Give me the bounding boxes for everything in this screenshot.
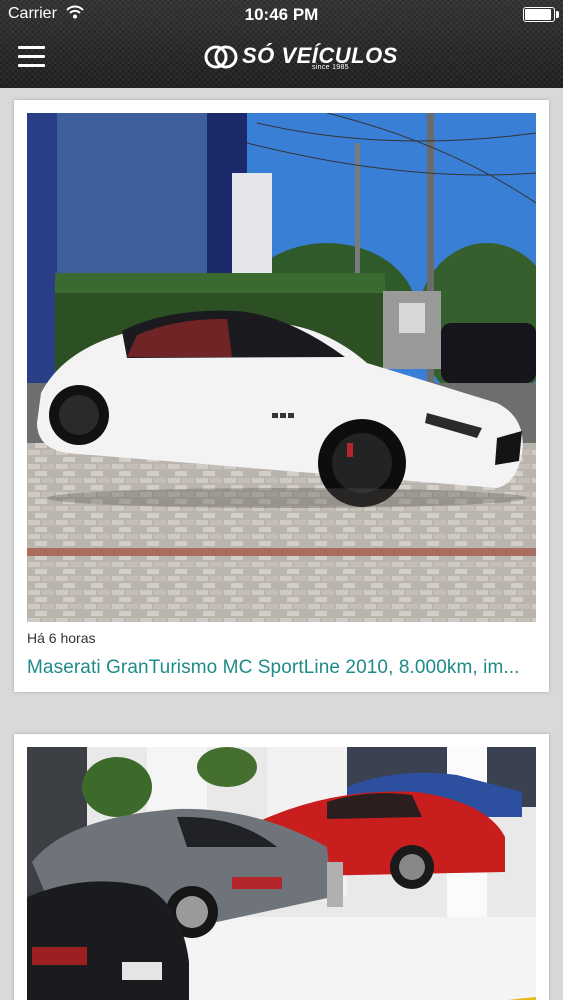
battery-level xyxy=(525,9,551,20)
menu-button[interactable] xyxy=(12,40,52,74)
menu-icon-bar xyxy=(18,46,45,49)
post-time: Há 6 horas xyxy=(27,630,96,646)
battery-icon xyxy=(523,7,559,22)
feed-card[interactable]: Há 6 horas Maserati GranTurismo MC Sport… xyxy=(14,100,549,692)
logo-icon xyxy=(204,45,238,69)
app-header: Carrier 10:46 PM SÓ VEÍCULOS since 1985 xyxy=(0,0,563,88)
logo-subtitle: since 1985 xyxy=(312,64,349,71)
news-feed: Há 6 horas Maserati GranTurismo MC Sport… xyxy=(0,88,563,1000)
menu-icon-bar xyxy=(18,64,45,67)
car-photo xyxy=(27,747,536,1000)
status-bar: Carrier 10:46 PM xyxy=(0,0,563,30)
nav-bar: SÓ VEÍCULOS since 1985 xyxy=(0,30,563,88)
status-time: 10:46 PM xyxy=(244,5,319,24)
car-photo xyxy=(27,113,536,622)
feed-card[interactable] xyxy=(14,734,549,1000)
menu-icon-bar xyxy=(18,55,45,58)
post-title[interactable]: Maserati GranTurismo MC SportLine 2010, … xyxy=(27,657,536,679)
